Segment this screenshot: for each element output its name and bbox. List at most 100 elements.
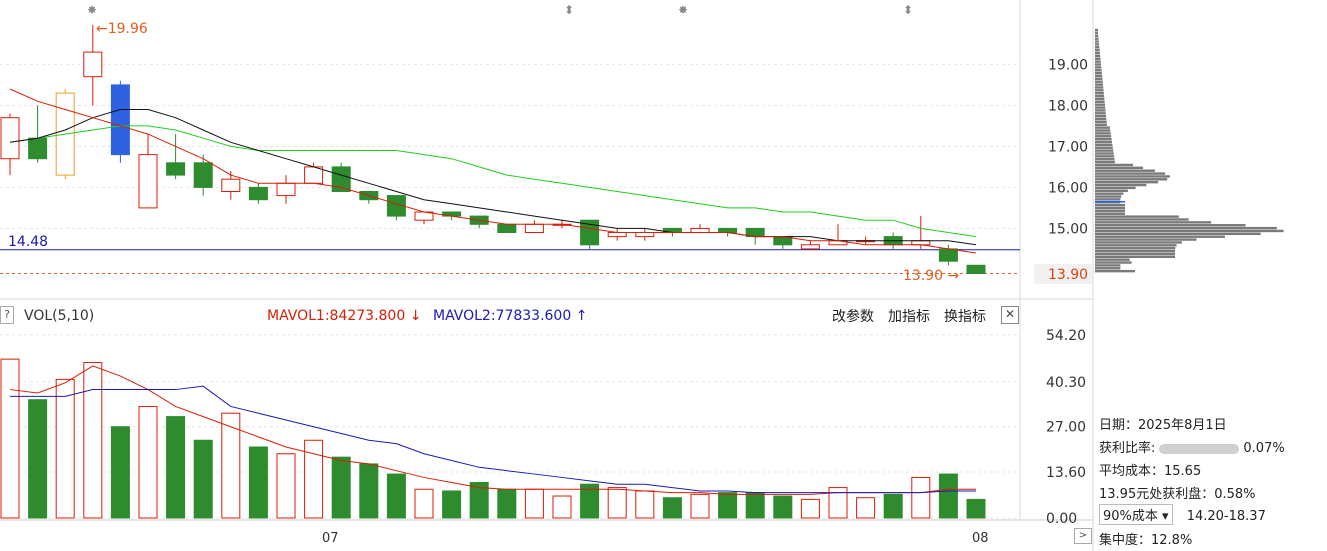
histogram-bar: [1095, 46, 1099, 48]
candle-body: [29, 138, 47, 159]
volume-bar: [360, 464, 378, 518]
reference-line-label: 14.48: [8, 234, 48, 250]
cost-range-text: 14.20-18.37: [1187, 509, 1266, 524]
histogram-bar: [1095, 233, 1261, 235]
candle-body: [525, 224, 543, 232]
histogram-bar: [1095, 106, 1105, 108]
date-text: 日期：2025年8月1日: [1099, 414, 1227, 433]
price-tick-label: 17.00: [1048, 139, 1088, 155]
histogram-bar: [1095, 72, 1102, 74]
histogram-bar: [1095, 198, 1120, 200]
event-marker-icon: ✸: [678, 3, 688, 17]
histogram-bar: [1095, 49, 1100, 51]
volume-bar: [912, 477, 930, 518]
histogram-bar: [1095, 95, 1104, 97]
candle-body: [1, 118, 19, 159]
volume-bar: [277, 454, 295, 518]
histogram-bar: [1095, 55, 1100, 57]
candle-body: [249, 187, 267, 199]
histogram-bar: [1095, 192, 1123, 194]
histogram-bar: [1095, 207, 1125, 209]
event-marker-icon: ⬍: [564, 3, 574, 17]
last-price-label: 13.90: [1048, 267, 1088, 283]
x-tick-label: 07: [322, 531, 339, 546]
histogram-bar: [1095, 32, 1098, 34]
histogram-bar: [1095, 164, 1133, 166]
volume-bar: [829, 488, 847, 518]
histogram-bar: [1095, 78, 1102, 80]
volume-bar: [774, 496, 792, 518]
axes: 19.0018.0017.0016.0015.0013.9054.2040.30…: [322, 57, 1092, 546]
volume-bar: [691, 494, 709, 518]
help-icon[interactable]: ?: [0, 306, 14, 324]
histogram-bar: [1095, 155, 1114, 157]
volume-bar: [608, 488, 626, 518]
histogram-bar: [1095, 29, 1098, 31]
histogram-bar: [1095, 144, 1112, 146]
histogram-bar: [1095, 241, 1182, 243]
volume-bar: [443, 491, 461, 518]
histogram-bar: [1095, 175, 1170, 177]
candle-body: [801, 245, 819, 249]
histogram-bar: [1095, 89, 1104, 91]
histogram-bar: [1095, 60, 1101, 62]
histogram-bar: [1095, 224, 1246, 226]
low-price-label: 13.90 →: [903, 268, 960, 284]
candle-body: [719, 228, 737, 232]
volume-title: VOL(5,10): [24, 308, 94, 324]
volume-bar: [167, 417, 185, 518]
add-indicator-button[interactable]: 加指标: [888, 306, 930, 326]
candle-body: [608, 233, 626, 237]
volume-bar: [967, 499, 985, 518]
scroll-right-icon[interactable]: >: [1074, 528, 1092, 544]
candle-body: [167, 163, 185, 175]
volume-bar: [84, 363, 102, 518]
histogram-bar: [1095, 227, 1277, 229]
histogram-bar: [1095, 247, 1175, 249]
volume-bar: [332, 457, 350, 518]
candle-body: [636, 233, 654, 237]
price-tick-label: 16.00: [1048, 180, 1088, 196]
histogram-bar: [1095, 118, 1106, 120]
cost-distribution-histogram: [1095, 29, 1284, 272]
volume-bar: [553, 496, 571, 518]
histogram-bar: [1095, 147, 1113, 149]
profit-ratio-bar: [1159, 444, 1239, 454]
histogram-bar: [1095, 115, 1106, 117]
volume-bar: [498, 489, 516, 518]
concentration-text: 集中度：12.8%: [1099, 529, 1192, 548]
histogram-bar: [1095, 37, 1099, 39]
candlesticks: [1, 25, 985, 273]
histogram-bar: [1095, 58, 1100, 60]
histogram-bar: [1095, 218, 1189, 220]
profit-ratio-value: 0.07%: [1243, 441, 1284, 456]
switch-indicator-button[interactable]: 换指标: [944, 306, 986, 326]
cost-distribution-panel: 日期：2025年8月1日 获利比率: 0.07% 平均成本：15.65 13.95…: [1097, 408, 1327, 551]
profit-ratio-row: 获利比率: 0.07%: [1099, 437, 1285, 456]
volume-tick-label: 27.00: [1046, 420, 1086, 436]
histogram-bar: [1095, 256, 1175, 258]
histogram-bar: [1095, 236, 1225, 238]
histogram-bar: [1095, 152, 1114, 154]
volume-bar: [884, 494, 902, 518]
histogram-bar: [1095, 43, 1099, 45]
candle-body: [222, 179, 240, 191]
volume-bar: [56, 379, 74, 518]
volume-bar: [1, 359, 19, 518]
close-icon[interactable]: ✕: [1001, 306, 1019, 324]
modify-params-button[interactable]: 改参数: [832, 306, 874, 326]
candle-body: [111, 85, 129, 155]
profit-ratio-label: 获利比率:: [1099, 441, 1155, 456]
histogram-bar: [1095, 170, 1155, 172]
histogram-bar: [1095, 109, 1106, 111]
histogram-bar: [1095, 103, 1105, 105]
volume-bar: [249, 447, 267, 518]
candle-body: [498, 224, 516, 232]
cost-select[interactable]: 90%成本 ▾: [1099, 504, 1173, 525]
histogram-bar: [1095, 195, 1121, 197]
histogram-bar: [1095, 66, 1101, 68]
histogram-bar: [1095, 135, 1111, 137]
avg-cost-text: 平均成本：15.65: [1099, 460, 1201, 479]
candle-body: [139, 155, 157, 208]
histogram-bar: [1095, 121, 1107, 123]
